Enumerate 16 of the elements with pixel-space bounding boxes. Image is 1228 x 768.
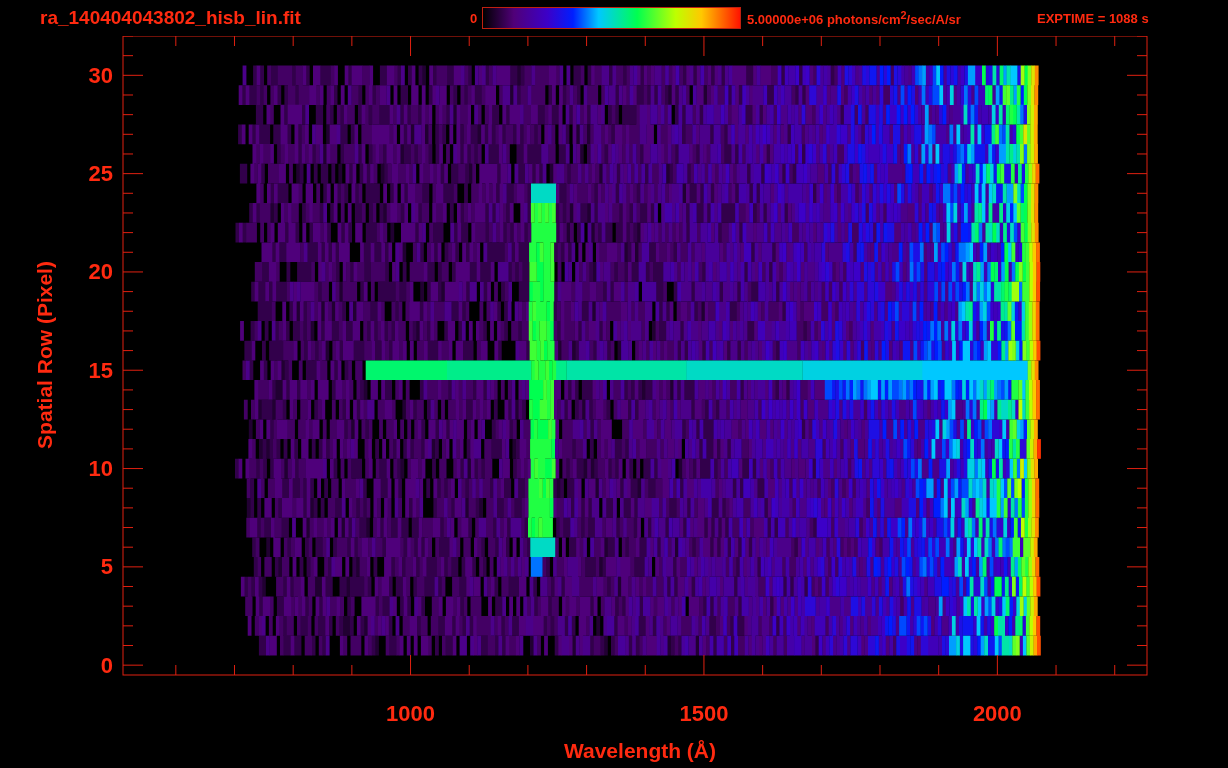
colorbar-max-label: 5.00000e+06 photons/cm$^{2}$/sec/A/sr bbox=[747, 8, 962, 28]
axis-tick-label: 30 bbox=[88, 62, 113, 88]
axis-tick-label: 1000 bbox=[386, 701, 435, 726]
axis-tick-label: 2000 bbox=[972, 701, 1022, 726]
y-axis-label: Spatial Row (Pixel) bbox=[33, 261, 56, 449]
axis-tick-label: 5 bbox=[100, 554, 113, 580]
colorbar-min-label: 0 bbox=[470, 10, 479, 26]
axis-tick-label: 1500 bbox=[679, 701, 729, 726]
exposure-time: EXPTIME = 1088 s bbox=[1037, 10, 1149, 26]
axis-tick-label: 0 bbox=[100, 652, 113, 678]
axis-tick-label: 10 bbox=[88, 456, 113, 482]
axis-tick-label: 20 bbox=[88, 259, 113, 285]
axis-tick-label: 15 bbox=[88, 357, 113, 383]
axis-tick-label: 25 bbox=[88, 161, 113, 187]
file-title: ra_140404043802_hisb_lin.fit bbox=[40, 7, 302, 29]
x-axis-label: Wavelength (Å) bbox=[563, 739, 717, 762]
